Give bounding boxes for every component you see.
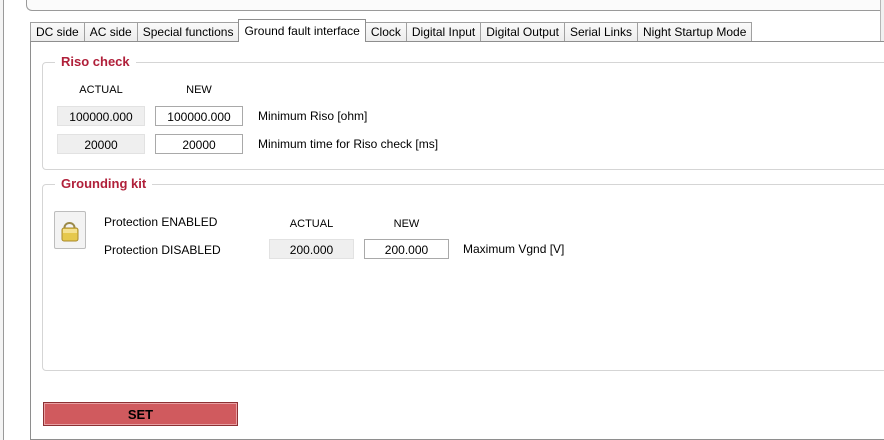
set-button[interactable]: SET <box>43 402 238 426</box>
min-time-riso-label: Minimum time for Riso check [ms] <box>258 137 439 151</box>
lock-icon <box>61 222 79 242</box>
riso-check-group: Riso check ACTUAL NEW 100000.000 100000.… <box>42 54 884 170</box>
min-riso-actual: 100000.000 <box>57 106 145 126</box>
min-riso-new-input[interactable]: 100000.000 <box>155 106 243 126</box>
tab-ac-side[interactable]: AC side <box>83 22 138 42</box>
min-time-riso-actual: 20000 <box>57 134 145 154</box>
max-vgnd-new-input[interactable]: 200.000 <box>364 239 449 259</box>
riso-new-header: NEW <box>186 84 212 96</box>
riso-check-title: Riso check <box>55 54 136 69</box>
grounding-actual-header: ACTUAL <box>289 218 334 230</box>
protection-enabled-label: Protection ENABLED <box>104 215 218 229</box>
window-top-border <box>26 0 884 11</box>
tab-night-startup-mode[interactable]: Night Startup Mode <box>636 22 753 42</box>
window-left-border <box>0 0 4 440</box>
min-riso-label: Minimum Riso [ohm] <box>258 109 368 123</box>
grounding-new-header: NEW <box>393 218 420 230</box>
tab-ground-fault-interface[interactable]: Ground fault interface <box>238 19 366 42</box>
max-vgnd-label: Maximum Vgnd [V] <box>463 242 565 256</box>
grounding-kit-title: Grounding kit <box>55 176 153 191</box>
grounding-kit-group: Grounding kit Protection ENABLED Protect… <box>42 176 884 371</box>
tab-dc-side[interactable]: DC side <box>30 22 85 42</box>
max-vgnd-actual: 200.000 <box>269 239 354 259</box>
protection-disabled-label: Protection DISABLED <box>104 243 221 257</box>
min-time-riso-new-input[interactable]: 20000 <box>155 134 243 154</box>
tab-clock[interactable]: Clock <box>364 22 407 42</box>
tab-special-functions[interactable]: Special functions <box>136 22 240 42</box>
tab-panel: Riso check ACTUAL NEW 100000.000 100000.… <box>30 41 884 440</box>
tab-serial-links[interactable]: Serial Links <box>563 22 638 42</box>
grounding-status-icon <box>54 211 86 249</box>
tab-digital-output[interactable]: Digital Output <box>480 22 565 42</box>
tab-digital-input[interactable]: Digital Input <box>405 22 482 42</box>
tab-strip: DC side AC side Special functions Ground… <box>30 19 753 42</box>
riso-actual-header: ACTUAL <box>79 84 123 96</box>
